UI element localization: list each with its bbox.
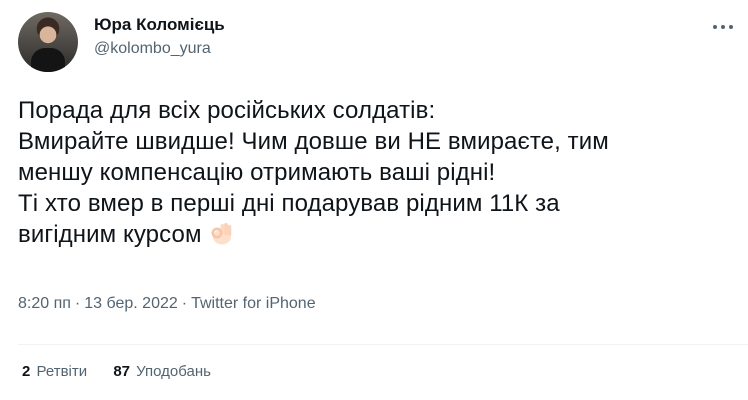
- ok-hand-icon: [208, 220, 234, 246]
- tweet-line: Порада для всіх російських солдатів:: [18, 97, 436, 124]
- tweet-date[interactable]: 13 бер. 2022: [84, 295, 178, 312]
- more-options-button[interactable]: [708, 16, 738, 38]
- likes-count: 87: [113, 363, 130, 380]
- more-dots-icon: [713, 25, 733, 29]
- separator: ·: [181, 295, 188, 312]
- divider: [18, 344, 748, 345]
- tweet-time[interactable]: 8:20 пп: [18, 295, 71, 312]
- retweets-count: 2: [22, 363, 31, 380]
- author-block: Юра Коломієць @kolombo_yura: [94, 14, 225, 60]
- avatar[interactable]: [18, 12, 78, 72]
- tweet-line: Ті хто вмер в перші дні подарував рідним…: [18, 190, 560, 217]
- tweet-source[interactable]: Twitter for iPhone: [191, 295, 316, 312]
- retweets-stat[interactable]: 2 Ретвіти: [22, 362, 87, 382]
- tweet-line-last: вигідним курсом: [18, 219, 728, 250]
- separator: ·: [74, 295, 81, 312]
- display-name[interactable]: Юра Коломієць: [94, 14, 225, 36]
- tweet-stats: 2 Ретвіти 87 Уподобань: [22, 362, 233, 382]
- tweet-line: меншу компенсацію отримають ваші рідні!: [18, 159, 496, 186]
- retweets-label: Ретвіти: [36, 363, 88, 380]
- tweet-line: Вмирайте швидше! Чим довше ви НЕ вмираєт…: [18, 128, 609, 155]
- likes-label: Уподобань: [136, 363, 211, 380]
- tweet-text: Порада для всіх російських солдатів: Вми…: [18, 95, 728, 250]
- user-handle[interactable]: @kolombo_yura: [94, 38, 225, 60]
- tweet-line: вигідним курсом: [18, 221, 202, 248]
- tweet-meta: 8:20 пп · 13 бер. 2022 · Twitter for iPhone: [18, 293, 316, 315]
- likes-stat[interactable]: 87 Уподобань: [113, 362, 211, 382]
